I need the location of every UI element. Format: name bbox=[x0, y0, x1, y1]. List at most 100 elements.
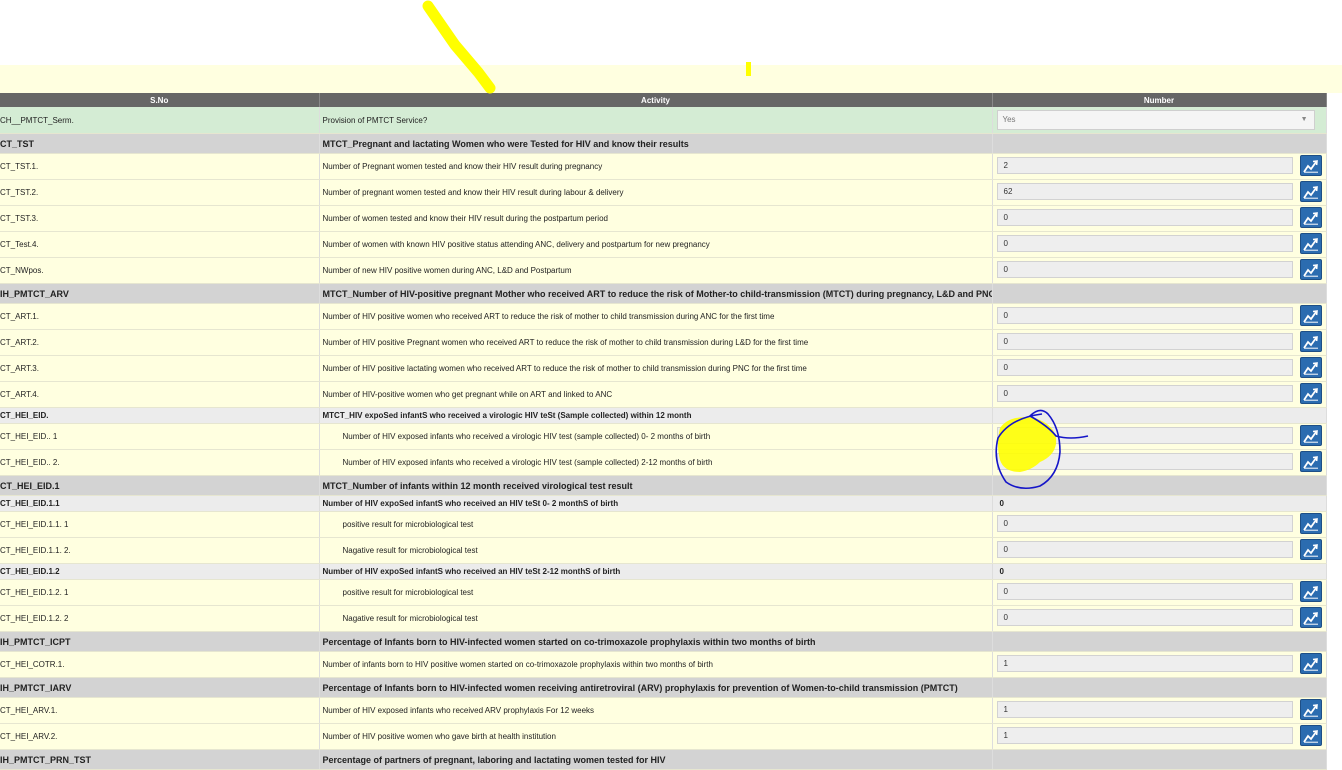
pmtct-service-select[interactable]: Yes ▼ bbox=[996, 110, 1315, 130]
row-activity-label: Number of new HIV positive women during … bbox=[322, 266, 572, 275]
number-input[interactable]: 0 bbox=[996, 307, 1293, 324]
row-sno-label: CT_ART.4. bbox=[0, 390, 39, 399]
row-sno-label: CT_HEI_EID.1.2 bbox=[0, 567, 60, 576]
row-sno-label: CT_TST.3. bbox=[0, 214, 39, 223]
form-title-band bbox=[0, 65, 1342, 93]
row-activity-label: MTCT_HIV expoSed infantS who received a … bbox=[322, 411, 692, 420]
line-chart-icon bbox=[1302, 263, 1319, 277]
row-sno-label: CH__PMTCT_Serm. bbox=[0, 115, 74, 125]
line-chart-icon bbox=[1302, 455, 1319, 469]
number-input[interactable]: 0 bbox=[996, 359, 1293, 376]
row-activity: Number of HIV positive Pregnant women wh… bbox=[319, 329, 993, 356]
row-activity-label: Number of Pregnant women tested and know… bbox=[322, 162, 603, 171]
trend-chart-button[interactable] bbox=[1299, 653, 1322, 674]
row-sno: CT_HEI_COTR.1. bbox=[0, 651, 320, 678]
row-sno-label: IH_PMTCT_IARV bbox=[0, 682, 72, 693]
line-chart-icon bbox=[1302, 729, 1319, 743]
trend-chart-button[interactable] bbox=[1299, 305, 1322, 326]
number-input[interactable]: 0 bbox=[996, 261, 1293, 278]
row-sno-label: IH_PMTCT_ARV bbox=[0, 288, 69, 299]
number-input[interactable]: 0 bbox=[996, 235, 1293, 252]
number-input[interactable]: 1 bbox=[996, 701, 1293, 718]
number-input[interactable]: 62 bbox=[996, 183, 1293, 200]
row-activity: Number of infants born to HIV positive w… bbox=[319, 651, 993, 678]
trend-chart-button[interactable] bbox=[1299, 357, 1322, 378]
row-sno: CT_HEI_EID.1.2. 2 bbox=[0, 605, 320, 632]
line-chart-icon bbox=[1302, 611, 1319, 625]
table-row: CT_ART.2. Number of HIV positive Pregnant… bbox=[0, 329, 1327, 356]
select-value: Yes bbox=[1002, 115, 1016, 124]
line-chart-icon bbox=[1302, 335, 1319, 349]
trend-chart-button[interactable] bbox=[1299, 259, 1322, 280]
number-input[interactable]: 1 bbox=[996, 727, 1293, 744]
row-sno: CT_HEI_EID.1.2 bbox=[0, 563, 320, 580]
number-input[interactable]: 0 bbox=[996, 209, 1293, 226]
trend-chart-button[interactable] bbox=[1299, 331, 1322, 352]
table-row: CT_HEI_EID.. 2. Number of HIV exposed inf… bbox=[0, 449, 1327, 476]
trend-chart-button[interactable] bbox=[1299, 181, 1322, 202]
row-activity-label: Number of HIV positive women who gave bi… bbox=[322, 732, 556, 741]
row-sno: CT_HEI_EID.1.1 bbox=[0, 495, 320, 512]
trend-chart-button[interactable] bbox=[1299, 513, 1322, 534]
row-activity-label: Nagative result for microbiological test bbox=[342, 546, 478, 555]
trend-chart-button[interactable] bbox=[1299, 607, 1322, 628]
number-input[interactable]: 0 bbox=[996, 333, 1293, 350]
number-input[interactable] bbox=[996, 453, 1293, 470]
row-activity: Number of new HIV positive women during … bbox=[319, 257, 993, 284]
row-sno-label: IH_PMTCT_ICPT bbox=[0, 636, 71, 647]
row-activity: Number of Pregnant women tested and know… bbox=[319, 153, 993, 180]
trend-chart-button[interactable] bbox=[1299, 539, 1322, 560]
row-sno: IH_PMTCT_PRN_TST bbox=[0, 749, 320, 770]
row-sno-label: CT_TST.1. bbox=[0, 162, 39, 171]
trend-chart-button[interactable] bbox=[1299, 425, 1322, 446]
trend-chart-button[interactable] bbox=[1299, 725, 1322, 746]
row-sno: CT_ART.1. bbox=[0, 303, 320, 330]
number-input[interactable]: 0 bbox=[996, 385, 1293, 402]
row-number: 0 bbox=[992, 579, 1327, 606]
table-row: CT_TST.2. Number of pregnant women tested… bbox=[0, 179, 1327, 206]
dropdown-arrow-icon: ▼ bbox=[1300, 116, 1308, 123]
row-number: Yes ▼ bbox=[992, 107, 1327, 134]
trend-chart-button[interactable] bbox=[1299, 699, 1322, 720]
table-row: CT_HEI_EID.1.2. 2 Nagative result for mic… bbox=[0, 605, 1327, 632]
row-number: 0 bbox=[992, 495, 1327, 512]
row-sno: CT_HEI_EID.. 2. bbox=[0, 449, 320, 476]
row-number bbox=[992, 749, 1327, 770]
trend-chart-button[interactable] bbox=[1299, 451, 1322, 472]
row-sno-label: CT_Test.4. bbox=[0, 240, 39, 249]
table-row: CT_TST.3. Number of women tested and know… bbox=[0, 205, 1327, 232]
line-chart-icon bbox=[1302, 657, 1319, 671]
row-activity: Number of women with known HIV positive … bbox=[319, 231, 993, 258]
table-row: CT_HEI_ARV.1. Number of HIV exposed infan… bbox=[0, 697, 1327, 724]
indicator-table-wrapper: S.No Activity Number CH__PMTCT_Serm. Prov… bbox=[0, 93, 1327, 770]
number-input[interactable]: 0 bbox=[996, 609, 1293, 626]
row-sno-label: CT_HEI_COTR.1. bbox=[0, 660, 65, 669]
row-number: 0 bbox=[992, 563, 1327, 580]
number-input[interactable] bbox=[996, 427, 1293, 444]
row-number: 0 bbox=[992, 605, 1327, 632]
trend-chart-button[interactable] bbox=[1299, 383, 1322, 404]
table-row: CT_HEI_EID.1.1. 1 positive result for mic… bbox=[0, 511, 1327, 538]
trend-chart-button[interactable] bbox=[1299, 207, 1322, 228]
row-activity: MTCT_Pregnant and lactating Women who we… bbox=[319, 133, 993, 154]
trend-chart-button[interactable] bbox=[1299, 233, 1322, 254]
row-number: 62 bbox=[992, 179, 1327, 206]
row-activity: Percentage of partners of pregnant, labo… bbox=[319, 749, 993, 770]
number-input[interactable]: 2 bbox=[996, 157, 1293, 174]
number-input[interactable]: 1 bbox=[996, 655, 1293, 672]
row-activity-label: Percentage of Infants born to HIV-infect… bbox=[322, 682, 958, 693]
number-input[interactable]: 0 bbox=[996, 515, 1293, 532]
line-chart-icon bbox=[1302, 387, 1319, 401]
trend-chart-button[interactable] bbox=[1299, 155, 1322, 176]
row-number bbox=[992, 475, 1327, 496]
number-input[interactable]: 0 bbox=[996, 541, 1293, 558]
row-number: 0 bbox=[992, 355, 1327, 382]
row-number bbox=[992, 631, 1327, 652]
number-input[interactable]: 0 bbox=[996, 583, 1293, 600]
row-activity-label: Number of HIV exposed infants who receiv… bbox=[342, 432, 711, 441]
table-row: CT_ART.3. Number of HIV positive lactatin… bbox=[0, 355, 1327, 382]
trend-chart-button[interactable] bbox=[1299, 581, 1322, 602]
row-activity-label: Number of HIV positive lactating women w… bbox=[322, 364, 807, 373]
row-sno-label: CT_HEI_EID.1.1. 2. bbox=[0, 546, 71, 555]
row-activity: MTCT_Number of infants within 12 month r… bbox=[319, 475, 993, 496]
